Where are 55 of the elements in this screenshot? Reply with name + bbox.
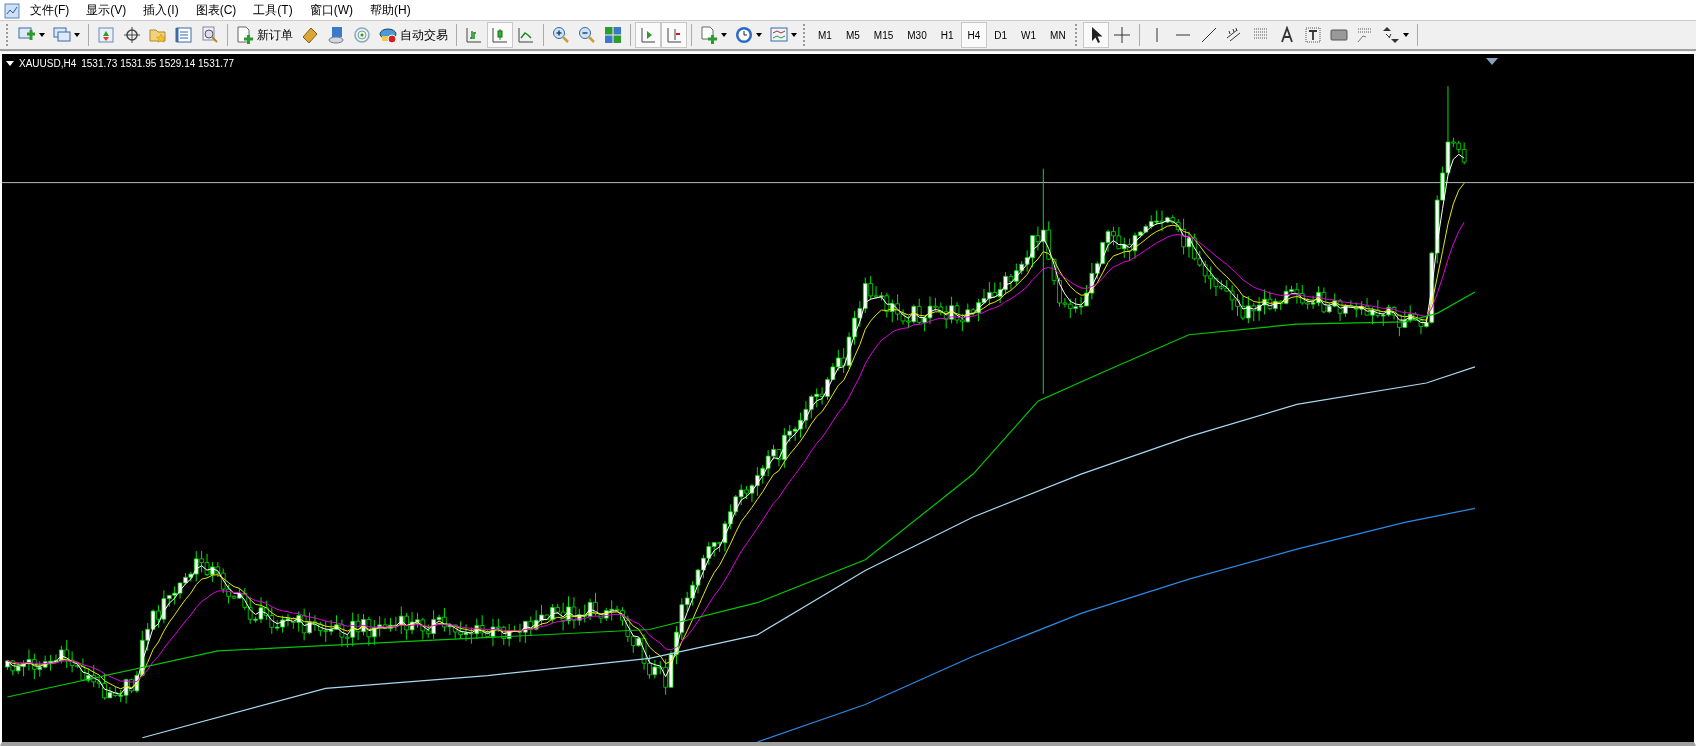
menu-item[interactable]: 显示(V): [82, 1, 140, 19]
ohlc-values: 1531.73 1531.95 1529.14 1531.77: [81, 57, 235, 71]
new-order-icon: [236, 26, 254, 44]
chart-shift-icon: [665, 26, 683, 44]
timeframe-button[interactable]: M30: [900, 22, 934, 48]
crosshair-icon: [123, 26, 141, 44]
clock-icon: [735, 26, 753, 44]
terminal-icon: [175, 26, 193, 44]
text-label-icon: [1303, 26, 1322, 44]
candlestick-icon: [491, 26, 509, 44]
timeframe-button[interactable]: H1: [933, 22, 961, 48]
menu-item[interactable]: 窗口(W): [305, 1, 366, 19]
caret-icon[interactable]: [721, 33, 727, 37]
folder-star-icon: [149, 26, 167, 44]
timeframe-button[interactable]: M5: [838, 22, 867, 48]
tile-windows-icon: [604, 26, 622, 44]
crosshair-icon: [1112, 26, 1131, 44]
caret-icon[interactable]: [74, 33, 80, 37]
timeframe-button[interactable]: MN: [1043, 22, 1073, 48]
app-logo-icon: [4, 1, 20, 19]
bar-chart-icon: [465, 26, 483, 44]
line-chart-icon: [517, 26, 535, 44]
add-indicator-icon: [700, 26, 718, 44]
caret-icon[interactable]: [1402, 33, 1409, 37]
toolbar-button[interactable]: [1082, 22, 1109, 48]
caret-icon[interactable]: [756, 33, 762, 37]
magnifier-icon: [201, 26, 219, 44]
chart-symbol: XAUUSD,H4: [19, 57, 77, 71]
vertical-line-icon: [1155, 28, 1158, 42]
timeframe-button[interactable]: M1: [811, 22, 839, 48]
auto-trading-icon: [379, 26, 397, 44]
timeframe-button[interactable]: H4: [960, 22, 988, 48]
horizontal-line-icon: [1175, 34, 1190, 36]
market-watch-icon: [97, 26, 115, 44]
new-order-button[interactable]: 新订单: [232, 22, 297, 48]
menu-item[interactable]: 图表(C): [191, 1, 250, 19]
zoom-out-icon: [578, 26, 596, 44]
auto-scroll-icon: [639, 26, 657, 44]
auto-trading-button[interactable]: 自动交易: [375, 22, 452, 48]
arrows-icon: [1381, 26, 1400, 44]
windows-icon: [53, 26, 71, 44]
menu-item[interactable]: 工具(T): [249, 1, 306, 19]
timeframe-button[interactable]: W1: [1014, 22, 1044, 48]
fibonacci-fan-icon: [1355, 26, 1374, 44]
caret-icon[interactable]: [791, 33, 797, 37]
menu-item[interactable]: 帮助(H): [366, 1, 424, 19]
menu-item[interactable]: 文件(F): [26, 1, 83, 19]
timeframe-button[interactable]: M15: [866, 22, 901, 48]
timeframe-button[interactable]: D1: [987, 22, 1015, 48]
template-icon: [770, 26, 788, 44]
rectangle-icon: [1329, 26, 1348, 44]
caret-icon[interactable]: [39, 33, 45, 37]
menu-item[interactable]: 插入(I): [139, 1, 192, 19]
trend-line-icon: [1199, 26, 1218, 44]
zoom-in-icon: [552, 26, 570, 44]
